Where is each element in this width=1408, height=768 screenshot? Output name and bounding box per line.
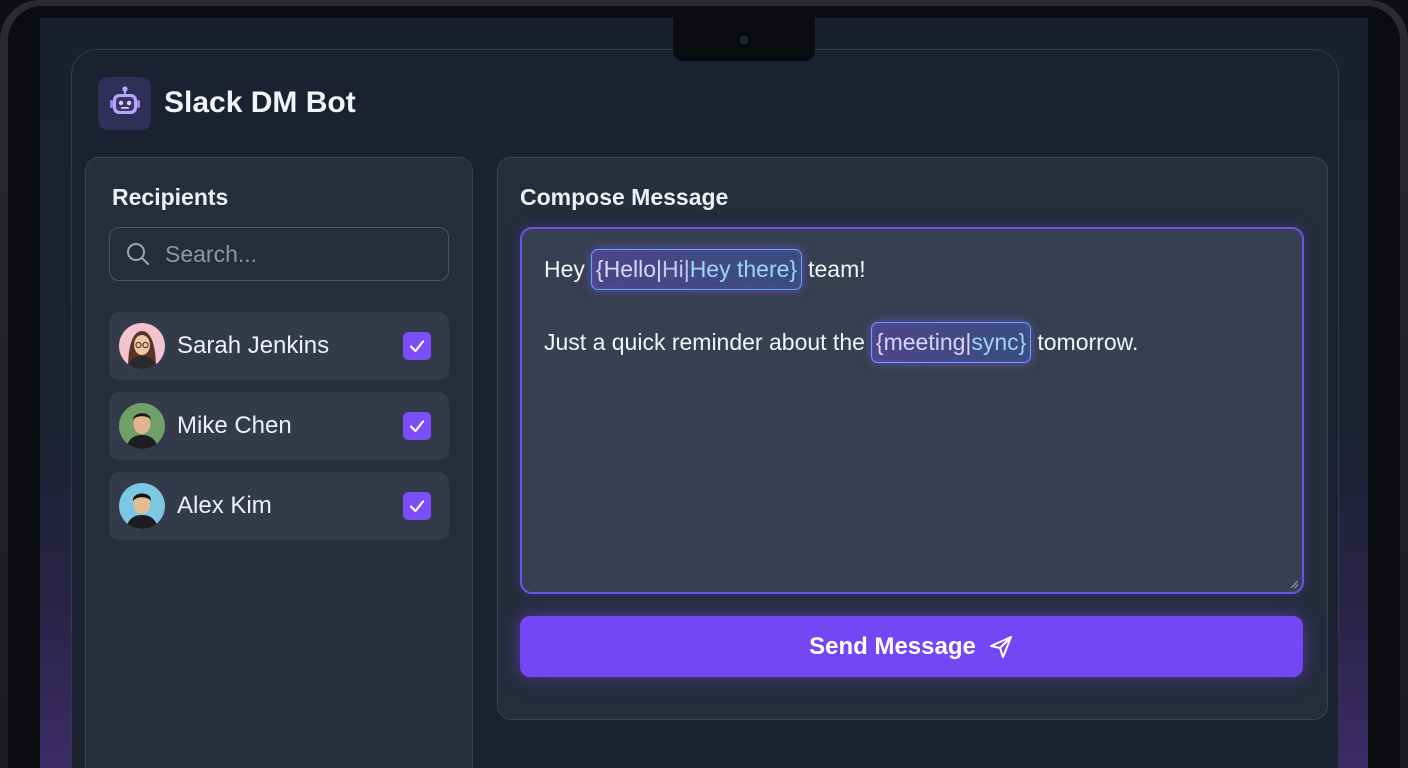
checkmark-icon: [409, 500, 425, 513]
send-label: Send Message: [809, 632, 976, 660]
message-text: Just a quick reminder about the: [544, 329, 865, 355]
recipient-alex-kim[interactable]: Alex Kim: [109, 472, 449, 540]
checkmark-icon: [409, 340, 425, 353]
token-option: {meeting|: [875, 329, 972, 355]
message-text: tomorrow.: [1037, 329, 1139, 355]
compose-panel: Compose Message Hey {Hello|Hi|Hey there}…: [497, 157, 1328, 720]
token-option: {Hello|: [595, 256, 662, 282]
avatar: [119, 483, 165, 529]
recipient-name: Sarah Jenkins: [177, 332, 330, 359]
avatar: [119, 323, 165, 369]
token-option: Hey there}: [689, 256, 798, 282]
search-box[interactable]: [109, 227, 449, 281]
token-option: sync}: [971, 329, 1027, 355]
laptop-frame: Slack DM Bot Recipients Search... Sarah …: [0, 0, 1408, 768]
recipient-checkbox[interactable]: [403, 492, 431, 520]
spintax-token[interactable]: {Hello|Hi|Hey there}: [590, 249, 803, 290]
message-line: Just a quick reminder about the {meeting…: [544, 322, 1138, 363]
recipient-checkbox[interactable]: [403, 412, 431, 440]
spintax-token[interactable]: {meeting|sync}: [870, 322, 1032, 363]
recipient-checkbox[interactable]: [403, 332, 431, 360]
message-text: team!: [808, 256, 866, 282]
send-message-button[interactable]: Send Message: [520, 616, 1303, 677]
message-line: Hey {Hello|Hi|Hey there} team!: [544, 249, 866, 290]
app-window: Slack DM Bot Recipients Search... Sarah …: [71, 49, 1339, 768]
recipients-panel: Recipients Search... Sarah Jenkins Mike …: [85, 157, 473, 768]
paper-plane-icon: [989, 635, 1012, 658]
recipient-sarah-jenkins[interactable]: Sarah Jenkins: [109, 312, 449, 380]
token-option: Hi|: [661, 256, 690, 282]
checkmark-icon: [409, 420, 425, 433]
avatar: [119, 403, 165, 449]
resize-handle-icon[interactable]: [1289, 579, 1299, 589]
recipient-mike-chen[interactable]: Mike Chen: [109, 392, 449, 460]
compose-title: Compose Message: [520, 184, 729, 210]
camera-icon: [740, 36, 748, 44]
camera-notch: [673, 18, 815, 61]
search-icon: [127, 243, 149, 265]
app-title: Slack DM Bot: [164, 86, 356, 119]
recipients-title: Recipients: [112, 184, 229, 210]
message-text: Hey: [544, 256, 585, 282]
recipient-name: Mike Chen: [177, 412, 292, 439]
message-editor[interactable]: Hey {Hello|Hi|Hey there} team! Just a qu…: [520, 227, 1304, 594]
robot-icon: [98, 76, 151, 130]
app-header: Slack DM Bot: [98, 76, 356, 130]
search-input[interactable]: [163, 239, 437, 269]
recipient-name: Alex Kim: [177, 492, 272, 519]
screen: Slack DM Bot Recipients Search... Sarah …: [40, 18, 1368, 768]
